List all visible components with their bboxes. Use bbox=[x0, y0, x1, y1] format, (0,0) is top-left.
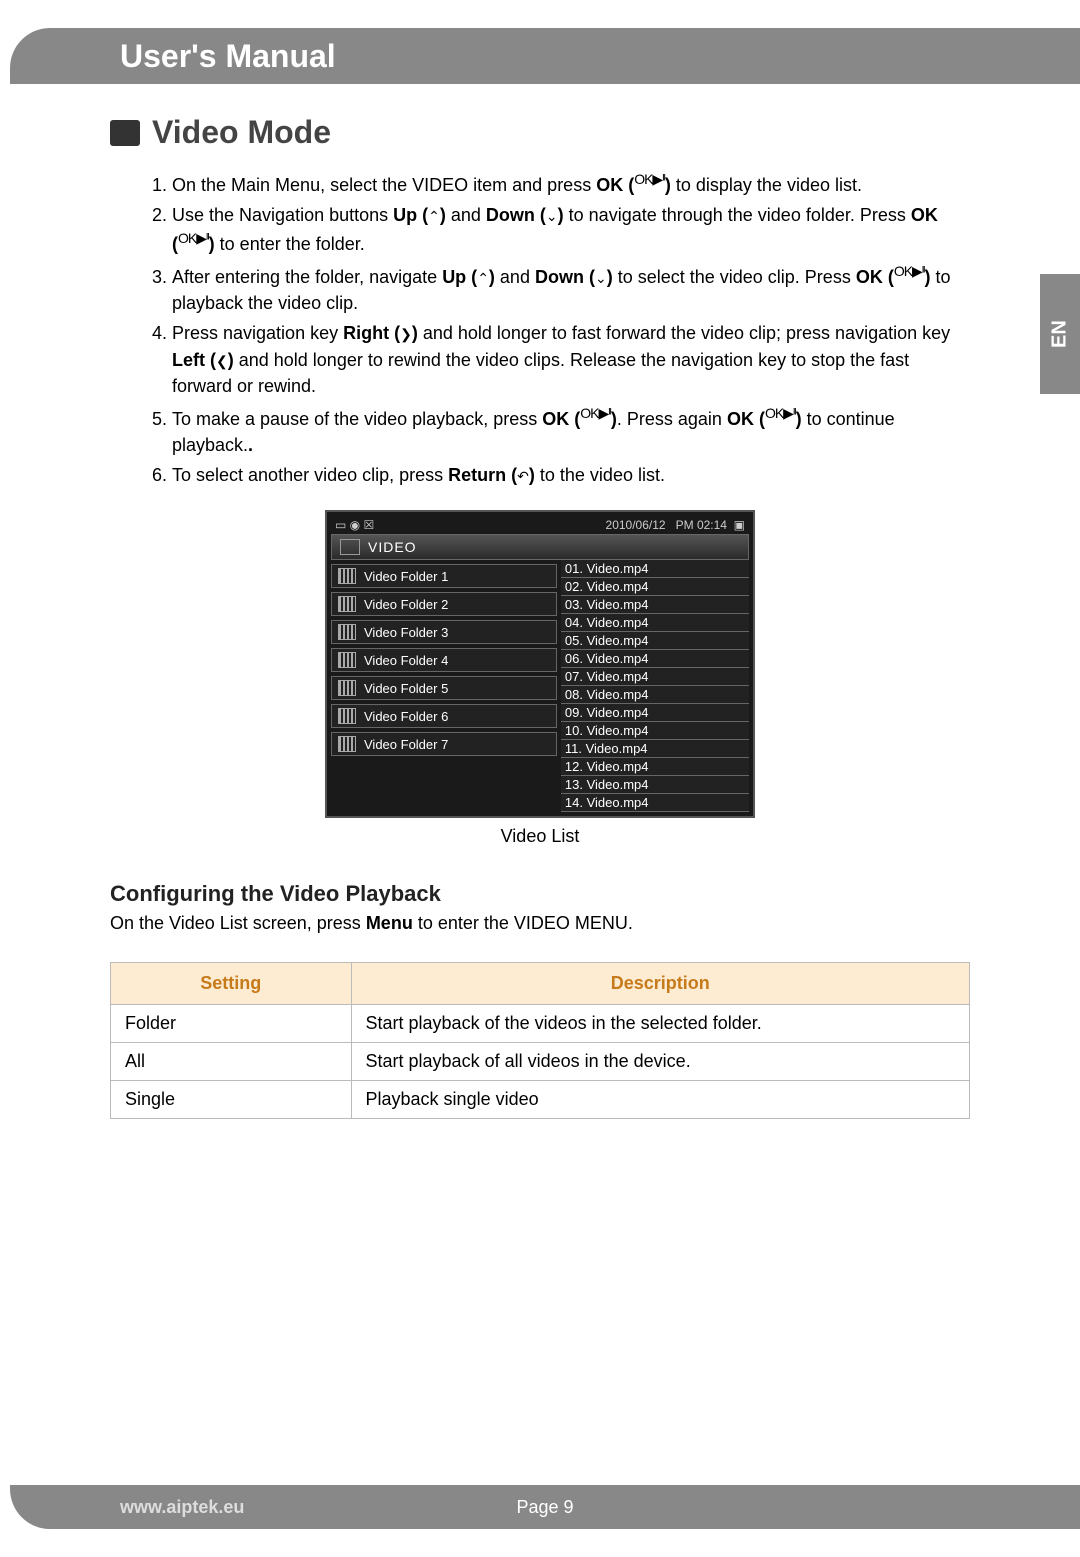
status-bar: ▭ ◉ ☒ 2010/06/12 PM 02:14 ▣ bbox=[331, 516, 749, 534]
battery-icon: ▣ bbox=[734, 518, 745, 532]
section-title: Video Mode bbox=[152, 114, 331, 151]
folders-column: Video Folder 1 Video Folder 2 Video Folder… bbox=[331, 560, 561, 812]
file-row: 11. Video.mp4 bbox=[561, 740, 749, 758]
status-time: PM 02:14 bbox=[676, 518, 727, 532]
table-row: SinglePlayback single video bbox=[111, 1081, 970, 1119]
th-setting: Setting bbox=[111, 963, 352, 1005]
figure-caption: Video List bbox=[325, 826, 755, 847]
language-tab: EN bbox=[1040, 274, 1080, 394]
instruction-5: To make a pause of the video playback, p… bbox=[172, 403, 970, 458]
folder-item: Video Folder 5 bbox=[331, 676, 557, 700]
folder-item: Video Folder 6 bbox=[331, 704, 557, 728]
table-row: AllStart playback of all videos in the d… bbox=[111, 1043, 970, 1081]
sub-text: On the Video List screen, press Menu to … bbox=[110, 913, 970, 934]
sub-heading: Configuring the Video Playback bbox=[110, 881, 970, 907]
ok-play-icon: OK▶ᴵᴵ bbox=[580, 405, 611, 421]
left-icon: ❮ bbox=[216, 353, 228, 369]
th-description: Description bbox=[351, 963, 969, 1005]
settings-table: Setting Description FolderStart playback… bbox=[110, 962, 970, 1119]
instructions-list: On the Main Menu, select the VIDEO item … bbox=[172, 169, 970, 488]
up-icon: ⌃ bbox=[428, 208, 440, 224]
instruction-4: Press navigation key Right (❯) and hold … bbox=[172, 320, 970, 398]
ok-play-icon: OK▶ᴵᴵ bbox=[894, 263, 925, 279]
down-icon: ⌄ bbox=[546, 208, 558, 224]
file-row: 03. Video.mp4 bbox=[561, 596, 749, 614]
file-row: 08. Video.mp4 bbox=[561, 686, 749, 704]
video-header-label: VIDEO bbox=[368, 539, 417, 555]
folder-label: Video Folder 5 bbox=[364, 681, 448, 696]
file-row: 13. Video.mp4 bbox=[561, 776, 749, 794]
ok-play-icon: OK▶ᴵᴵ bbox=[634, 171, 665, 187]
film-strip-icon bbox=[338, 652, 356, 668]
status-icons: ▭ ◉ ☒ bbox=[335, 518, 374, 532]
ok-play-icon: OK▶ᴵᴵ bbox=[178, 230, 209, 246]
page-content: Video Mode On the Main Menu, select the … bbox=[0, 84, 1080, 1119]
folder-label: Video Folder 2 bbox=[364, 597, 448, 612]
file-row: 12. Video.mp4 bbox=[561, 758, 749, 776]
device-screen: ▭ ◉ ☒ 2010/06/12 PM 02:14 ▣ VIDEO Video … bbox=[325, 510, 755, 818]
footer-bar: www.aiptek.eu Page 9 bbox=[10, 1485, 1080, 1529]
file-row: 10. Video.mp4 bbox=[561, 722, 749, 740]
folder-label: Video Folder 3 bbox=[364, 625, 448, 640]
folder-item: Video Folder 2 bbox=[331, 592, 557, 616]
cell-setting: Single bbox=[111, 1081, 352, 1119]
video-header: VIDEO bbox=[331, 534, 749, 560]
cell-description: Start playback of the videos in the sele… bbox=[351, 1005, 969, 1043]
table-row: FolderStart playback of the videos in th… bbox=[111, 1005, 970, 1043]
film-strip-icon bbox=[338, 596, 356, 612]
folder-item: Video Folder 3 bbox=[331, 620, 557, 644]
cell-setting: All bbox=[111, 1043, 352, 1081]
file-row: 06. Video.mp4 bbox=[561, 650, 749, 668]
film-strip-icon bbox=[338, 568, 356, 584]
status-date: 2010/06/12 bbox=[606, 518, 666, 532]
up-icon: ⌃ bbox=[477, 270, 489, 286]
cell-description: Playback single video bbox=[351, 1081, 969, 1119]
film-strip-icon bbox=[338, 708, 356, 724]
file-row: 09. Video.mp4 bbox=[561, 704, 749, 722]
files-column: 01. Video.mp402. Video.mp403. Video.mp40… bbox=[561, 560, 749, 812]
film-icon bbox=[340, 539, 360, 555]
folder-label: Video Folder 4 bbox=[364, 653, 448, 668]
footer-url: www.aiptek.eu bbox=[120, 1497, 244, 1518]
film-strip-icon bbox=[338, 680, 356, 696]
file-row: 02. Video.mp4 bbox=[561, 578, 749, 596]
folder-label: Video Folder 1 bbox=[364, 569, 448, 584]
header-title: User's Manual bbox=[120, 38, 336, 75]
file-row: 05. Video.mp4 bbox=[561, 632, 749, 650]
return-icon: ↶ bbox=[517, 468, 529, 484]
file-row: 14. Video.mp4 bbox=[561, 794, 749, 812]
file-row: 01. Video.mp4 bbox=[561, 560, 749, 578]
down-icon: ⌄ bbox=[595, 270, 607, 286]
instruction-6: To select another video clip, press Retu… bbox=[172, 462, 970, 488]
file-row: 07. Video.mp4 bbox=[561, 668, 749, 686]
cell-description: Start playback of all videos in the devi… bbox=[351, 1043, 969, 1081]
folder-label: Video Folder 6 bbox=[364, 709, 448, 724]
film-strip-icon bbox=[338, 624, 356, 640]
header-bar: User's Manual bbox=[10, 28, 1080, 84]
video-mode-icon bbox=[110, 120, 140, 146]
folder-item: Video Folder 7 bbox=[331, 732, 557, 756]
instruction-2: Use the Navigation buttons Up (⌃) and Do… bbox=[172, 202, 970, 257]
ok-play-icon: OK▶ᴵᴵ bbox=[765, 405, 796, 421]
footer-page: Page 9 bbox=[516, 1497, 573, 1518]
right-icon: ❯ bbox=[400, 327, 412, 343]
folder-item: Video Folder 4 bbox=[331, 648, 557, 672]
instruction-3: After entering the folder, navigate Up (… bbox=[172, 261, 970, 316]
device-figure: ▭ ◉ ☒ 2010/06/12 PM 02:14 ▣ VIDEO Video … bbox=[325, 510, 755, 847]
section-title-row: Video Mode bbox=[110, 114, 970, 151]
cell-setting: Folder bbox=[111, 1005, 352, 1043]
file-row: 04. Video.mp4 bbox=[561, 614, 749, 632]
film-strip-icon bbox=[338, 736, 356, 752]
folder-item: Video Folder 1 bbox=[331, 564, 557, 588]
instruction-1: On the Main Menu, select the VIDEO item … bbox=[172, 169, 970, 198]
folder-label: Video Folder 7 bbox=[364, 737, 448, 752]
